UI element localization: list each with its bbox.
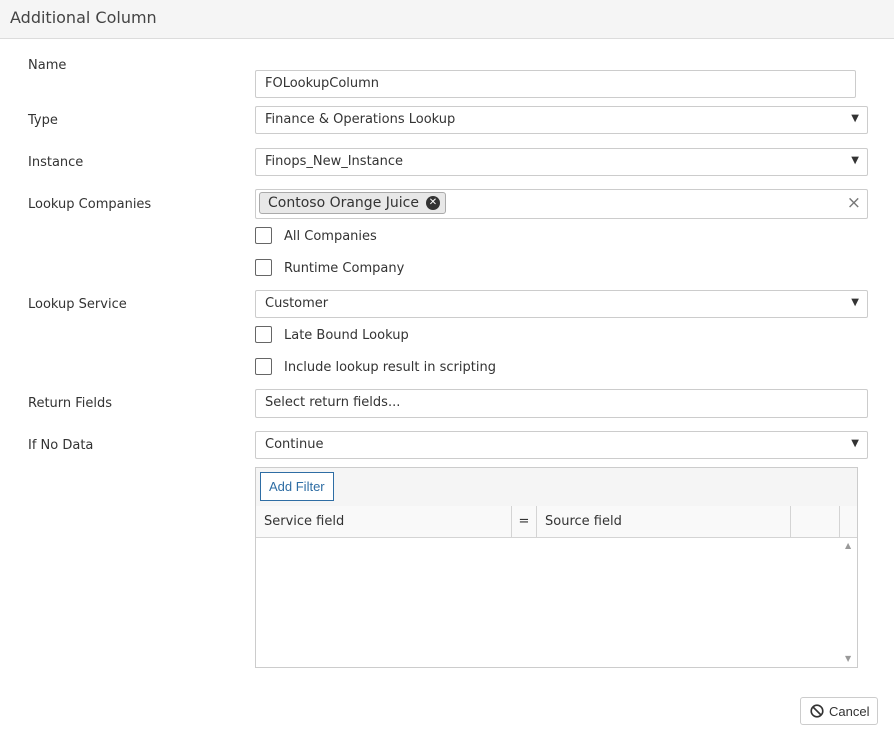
lookup-service-select[interactable]: Customer ▼	[255, 290, 868, 318]
add-filter-button[interactable]: Add Filter	[260, 472, 334, 501]
instance-value: Finops_New_Instance	[265, 154, 404, 169]
name-input[interactable]: FOLookupColumn	[255, 70, 856, 98]
cancel-label: Cancel	[829, 704, 870, 719]
clear-selection-icon[interactable]: ×	[847, 193, 861, 213]
all-companies-checkbox[interactable]	[255, 227, 272, 244]
late-bound-lookup-label: Late Bound Lookup	[284, 328, 409, 343]
chevron-down-icon: ▼	[851, 113, 859, 124]
company-chip: Contoso Orange Juice ✕	[259, 192, 446, 214]
type-select[interactable]: Finance & Operations Lookup ▼	[255, 106, 868, 134]
cancel-button[interactable]: Cancel	[800, 697, 878, 725]
cancel-icon	[810, 704, 824, 718]
if-no-data-select[interactable]: Continue ▼	[255, 431, 868, 459]
lookup-service-value: Customer	[265, 296, 329, 311]
column-actions	[791, 506, 840, 537]
late-bound-lookup-checkbox[interactable]	[255, 326, 272, 343]
filter-grid-header: Service field = Source field	[256, 506, 857, 538]
return-fields-label: Return Fields	[28, 396, 113, 411]
company-chip-label: Contoso Orange Juice	[268, 195, 419, 211]
type-value: Finance & Operations Lookup	[265, 112, 456, 127]
dialog-header: Additional Column	[0, 0, 894, 39]
dialog-title: Additional Column	[10, 8, 157, 27]
type-label: Type	[28, 113, 58, 128]
lookup-companies-multiselect[interactable]: Contoso Orange Juice ✕ ×	[255, 189, 868, 219]
chevron-down-icon: ▼	[851, 297, 859, 308]
chevron-down-icon: ▼	[851, 438, 859, 449]
chevron-down-icon: ▼	[851, 155, 859, 166]
instance-select[interactable]: Finops_New_Instance ▼	[255, 148, 868, 176]
scroll-up-icon[interactable]: ▲	[845, 541, 851, 550]
lookup-companies-label: Lookup Companies	[28, 197, 152, 212]
runtime-company-label: Runtime Company	[284, 261, 405, 276]
lookup-service-label: Lookup Service	[28, 297, 127, 312]
if-no-data-label: If No Data	[28, 438, 94, 453]
name-label: Name	[28, 58, 67, 73]
return-fields-select[interactable]: Select return fields...	[255, 389, 868, 418]
filter-panel: Add Filter Service field = Source field …	[255, 467, 858, 668]
if-no-data-value: Continue	[265, 437, 324, 452]
include-in-scripting-checkbox[interactable]	[255, 358, 272, 375]
column-equals[interactable]: =	[512, 506, 537, 537]
include-in-scripting-label: Include lookup result in scripting	[284, 360, 496, 375]
instance-label: Instance	[28, 155, 84, 170]
name-value: FOLookupColumn	[265, 76, 380, 91]
remove-chip-icon[interactable]: ✕	[425, 196, 440, 210]
return-fields-placeholder: Select return fields...	[265, 395, 401, 410]
column-source-field[interactable]: Source field	[537, 506, 791, 537]
column-service-field[interactable]: Service field	[256, 506, 512, 537]
scroll-down-icon[interactable]: ▼	[845, 654, 851, 663]
filter-toolbar: Add Filter	[256, 468, 857, 507]
grid-scrollbar[interactable]: ▲ ▼	[841, 537, 857, 667]
all-companies-label: All Companies	[284, 229, 377, 244]
runtime-company-checkbox[interactable]	[255, 259, 272, 276]
